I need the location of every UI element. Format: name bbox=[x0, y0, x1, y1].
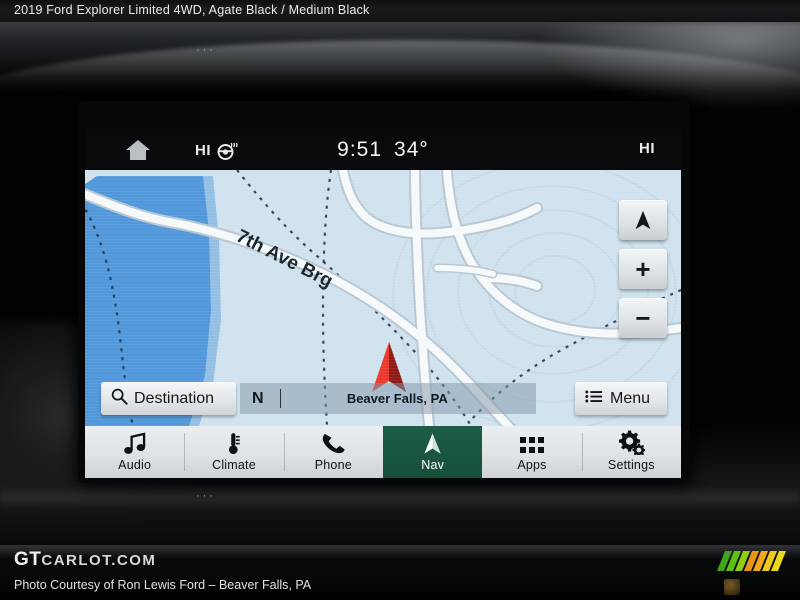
grid-apps-icon bbox=[519, 433, 544, 455]
tab-settings-label: Settings bbox=[607, 457, 655, 472]
thermometer-icon bbox=[225, 432, 242, 455]
brand-stripes bbox=[716, 551, 787, 571]
site-footer: GTCARLOT.COM Photo Courtesy of Ron Lewis… bbox=[0, 545, 800, 600]
dashboard-vent-dots-top: ··· bbox=[196, 44, 216, 56]
wordmark-rest: CARLOT.COM bbox=[41, 552, 157, 569]
map-control-bar: Destination N Beaver Falls, PA Menu bbox=[85, 380, 681, 420]
tab-audio[interactable]: Audio bbox=[85, 426, 184, 478]
photo-credit: Photo Courtesy of Ron Lewis Ford – Beave… bbox=[14, 578, 312, 592]
music-note-icon bbox=[122, 431, 147, 455]
vehicle-interior-photo: ··· ··· HI 9:51 34° HI 7th Ave Brg + − D… bbox=[0, 22, 800, 545]
status-bar: HI 9:51 34° HI bbox=[85, 130, 681, 170]
compass-heading: N bbox=[252, 389, 264, 407]
listing-banner: 2019 Ford Explorer Limited 4WD, Agate Bl… bbox=[0, 0, 800, 22]
dashboard-highlight-arc bbox=[0, 40, 800, 110]
phone-handset-icon bbox=[321, 433, 346, 455]
map-zoom-in-button[interactable]: + bbox=[619, 249, 667, 289]
infotainment-screen: HI 9:51 34° HI 7th Ave Brg + − Destinati… bbox=[85, 130, 681, 478]
listing-title: 2019 Ford Explorer Limited 4WD, Agate Bl… bbox=[14, 3, 370, 17]
gears-icon bbox=[618, 429, 645, 455]
tab-nav[interactable]: Nav bbox=[382, 426, 483, 478]
menu-button[interactable]: Menu bbox=[575, 382, 667, 415]
plus-icon: + bbox=[635, 254, 651, 284]
destination-button-label: Destination bbox=[134, 389, 215, 407]
search-icon bbox=[110, 387, 128, 410]
clock-and-temperature: 9:51 34° bbox=[85, 138, 681, 162]
destination-button[interactable]: Destination bbox=[101, 382, 236, 415]
passenger-climate-level: HI bbox=[639, 140, 655, 157]
dashboard-top-surface bbox=[0, 22, 800, 76]
outside-temperature: 34° bbox=[394, 138, 429, 161]
list-icon bbox=[585, 389, 603, 409]
main-tab-bar: Audio Climate Phone Nav Apps Settings bbox=[85, 426, 681, 478]
dashboard-vent-dots-bottom: ··· bbox=[196, 490, 216, 502]
wordmark-bold: GT bbox=[14, 549, 42, 570]
tab-phone-label: Phone bbox=[314, 457, 352, 472]
minus-icon: − bbox=[635, 303, 651, 333]
current-location-label: Beaver Falls, PA bbox=[346, 391, 448, 406]
map-zoom-out-button[interactable]: − bbox=[619, 298, 667, 338]
tab-settings[interactable]: Settings bbox=[581, 426, 681, 478]
tab-phone[interactable]: Phone bbox=[283, 426, 383, 478]
navigation-arrow-icon bbox=[421, 432, 444, 455]
menu-button-label: Menu bbox=[610, 389, 651, 407]
dashboard-right-glare bbox=[530, 22, 800, 112]
tab-climate-label: Climate bbox=[212, 457, 256, 472]
tab-climate[interactable]: Climate bbox=[184, 426, 283, 478]
site-wordmark: GTCARLOT.COM bbox=[14, 549, 156, 571]
footer-badge-icon bbox=[724, 579, 740, 595]
tab-nav-label: Nav bbox=[421, 457, 445, 472]
tab-apps[interactable]: Apps bbox=[482, 426, 581, 478]
navigation-arrow-icon bbox=[635, 210, 651, 230]
tab-apps-label: Apps bbox=[517, 457, 547, 472]
clock-time: 9:51 bbox=[337, 138, 383, 161]
map-button-group: + − bbox=[619, 200, 667, 338]
tab-audio-label: Audio bbox=[118, 457, 152, 472]
map-orientation-button[interactable] bbox=[619, 200, 667, 240]
dashboard-lower-highlight bbox=[0, 487, 800, 509]
map-info-strip: N Beaver Falls, PA bbox=[240, 383, 536, 414]
